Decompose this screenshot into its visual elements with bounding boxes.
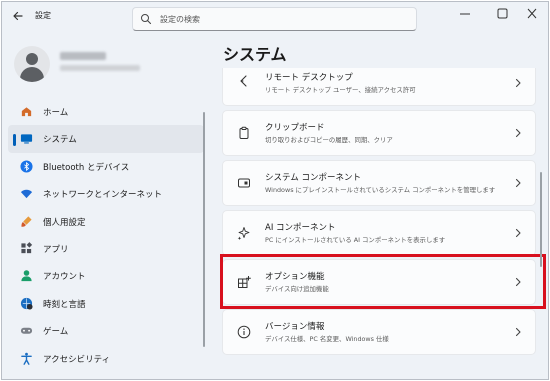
- card-clipboard[interactable]: クリップボード 切り取りおよびコピーの履歴、同期、クリア: [222, 110, 536, 156]
- sidebar-item-label: アプリ: [43, 244, 69, 255]
- sidebar-item-label: 時刻と言語: [43, 299, 86, 310]
- chevron-right-icon: [515, 327, 521, 337]
- chevron-right-icon: [515, 178, 521, 188]
- home-icon: [21, 107, 32, 117]
- chevron-right-icon: [515, 128, 521, 138]
- card-description: Windows にプレインストールされているシステム コンポーネントを管理します: [265, 186, 496, 194]
- sidebar-item-gaming[interactable]: ゲーム: [8, 317, 204, 344]
- sidebar-nav: ホーム システム Bluetooth とデバイス ネットワークとインターネット …: [8, 98, 204, 372]
- brush-icon: [21, 215, 32, 227]
- card-about[interactable]: バージョン情報 デバイス仕様、PC 名変更、Windows 仕様: [222, 309, 536, 355]
- apps-icon: [21, 242, 33, 254]
- sidebar-item-home[interactable]: ホーム: [8, 98, 204, 125]
- sidebar-item-network[interactable]: ネットワークとインターネット: [8, 180, 204, 207]
- card-title: バージョン情報: [265, 322, 325, 332]
- sidebar-item-label: システム: [43, 135, 77, 146]
- highlight-box: [220, 254, 546, 309]
- sidebar-item-label: Bluetooth とデバイス: [43, 162, 130, 173]
- sidebar-item-apps[interactable]: アプリ: [8, 235, 204, 262]
- back-arrow-icon[interactable]: [8, 6, 28, 26]
- info-icon: [237, 325, 251, 339]
- sidebar-item-bluetooth[interactable]: Bluetooth とデバイス: [8, 153, 204, 180]
- search-input[interactable]: 設定の検索: [132, 7, 417, 31]
- remote-desktop-icon: [240, 75, 247, 87]
- card-title: システム コンポーネント: [265, 173, 361, 183]
- accessibility-icon: [21, 352, 32, 365]
- gamepad-icon: [20, 327, 33, 334]
- wifi-icon: [20, 189, 33, 199]
- globe-icon: [20, 297, 33, 310]
- card-description: デバイス仕様、PC 名変更、Windows 仕様: [265, 335, 389, 343]
- content-scrollbar[interactable]: [540, 172, 542, 267]
- bluetooth-icon: [20, 160, 33, 173]
- sidebar-item-system[interactable]: システム: [8, 125, 204, 153]
- card-description: リモート デスクトップ ユーザー、接続アクセス許可: [265, 86, 416, 94]
- sidebar-item-label: 個人用設定: [43, 217, 86, 228]
- search-placeholder: 設定の検索: [160, 15, 200, 24]
- sidebar-item-label: アクセシビリティ: [43, 354, 111, 365]
- card-ai-components[interactable]: AI コンポーネント PC にインストールされている AI コンポーネントを表示…: [222, 210, 536, 256]
- card-title: クリップボード: [265, 123, 325, 133]
- close-icon[interactable]: [522, 6, 542, 22]
- user-email-blurred: [60, 65, 140, 71]
- sidebar-item-label: ホーム: [43, 108, 69, 118]
- search-icon: [141, 14, 152, 25]
- app-title: 設定: [35, 11, 51, 20]
- sidebar-item-accounts[interactable]: アカウント: [8, 262, 204, 289]
- clipboard-icon: [239, 126, 249, 139]
- maximize-icon[interactable]: [492, 6, 512, 22]
- active-indicator: [13, 134, 16, 147]
- minimize-icon[interactable]: [455, 6, 475, 22]
- sidebar-item-personalization[interactable]: 個人用設定: [8, 208, 204, 235]
- avatar-body: [20, 67, 44, 82]
- chevron-right-icon: [515, 78, 521, 88]
- card-description: PC にインストールされている AI コンポーネントを表示します: [265, 236, 446, 244]
- sidebar-item-accessibility[interactable]: アクセシビリティ: [8, 345, 204, 372]
- system-components-icon: [238, 178, 250, 188]
- card-description: 切り取りおよびコピーの履歴、同期、クリア: [265, 136, 393, 144]
- settings-window: 設定 設定の検索 ホーム システム Bluetooth とデバイス ネットワーク…: [1, 1, 549, 380]
- sidebar-item-label: アカウント: [43, 272, 86, 283]
- card-title: リモート デスクトップ: [265, 73, 353, 83]
- account-icon: [21, 270, 32, 282]
- sidebar-item-label: ネットワークとインターネット: [43, 190, 163, 201]
- sidebar-item-time-language[interactable]: 時刻と言語: [8, 290, 204, 317]
- monitor-icon: [20, 134, 33, 144]
- avatar-head: [26, 53, 38, 65]
- ai-sparkle-icon: [237, 227, 250, 240]
- card-system-components[interactable]: システム コンポーネント Windows にプレインストールされているシステム …: [222, 160, 536, 206]
- sidebar-item-label: ゲーム: [43, 327, 69, 338]
- user-avatar-icon[interactable]: [14, 46, 50, 82]
- page-title: システム: [223, 45, 287, 64]
- card-title: AI コンポーネント: [265, 223, 336, 233]
- chevron-right-icon: [515, 228, 521, 238]
- sidebar-scrollbar[interactable]: [203, 112, 205, 347]
- user-name-blurred: [60, 52, 106, 60]
- card-remote-desktop[interactable]: リモート デスクトップ リモート デスクトップ ユーザー、接続アクセス許可: [222, 68, 536, 106]
